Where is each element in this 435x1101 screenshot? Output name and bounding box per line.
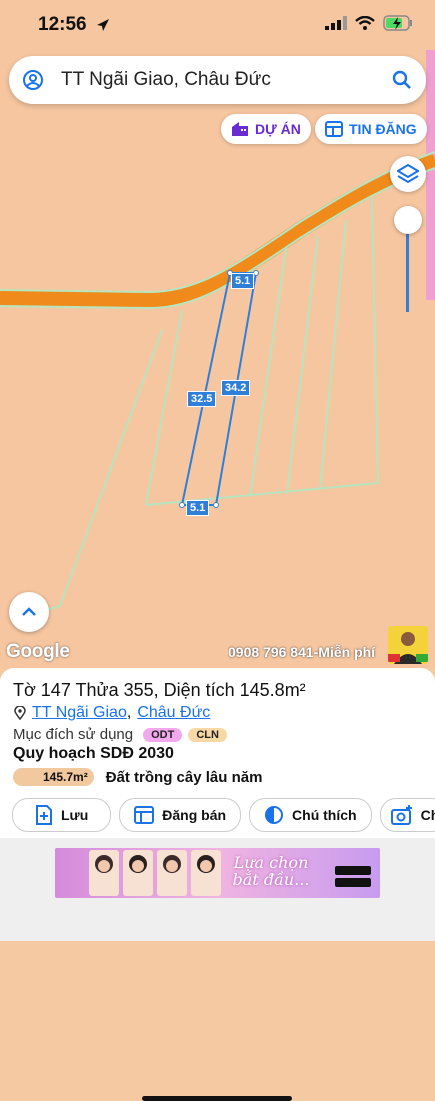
search-input[interactable]: TT Ngãi Giao, Châu Đức [61,69,271,91]
phone-ad-banner[interactable]: 0908 796 841-Miễn phí [228,644,388,660]
legend-label: Chú thích [292,807,357,823]
map-view[interactable]: 5.1 32.5 34.2 5.1 12:56 TT Ngãi Giao, Ch… [0,0,435,668]
status-time: 12:56 [38,14,87,35]
layers-button[interactable] [390,156,426,192]
half-circle-icon [265,806,284,824]
listing-chip-label: TIN ĐĂNG [349,121,417,137]
listing-icon [325,121,343,137]
battery-icon [383,15,412,31]
post-sale-button[interactable]: Đăng bán [119,798,242,832]
more-label: Ch [420,807,435,823]
search-bar[interactable]: TT Ngãi Giao, Châu Đức [9,56,426,104]
ad-text: Lựa chọn bắt đầu... [232,853,310,889]
district-link[interactable]: Châu Đức [137,704,210,722]
measurement-left: 32.5 [187,391,217,407]
map-pink-edge [426,50,435,300]
more-button[interactable]: Ch [379,798,435,832]
status-bar: 12:56 [0,0,435,50]
wifi-icon [355,16,375,30]
location-arrow-icon [97,19,109,31]
purpose-tag-odt: ODT [143,727,183,742]
post-sale-icon [134,806,155,824]
save-label: Lưu [61,807,89,823]
measurement-bottom: 5.1 [186,500,210,516]
legend-button[interactable]: Chú thích [249,798,372,832]
measurement-top: 5.1 [231,273,255,289]
parcel-address: TT Ngãi Giao, Châu Đức [14,704,210,722]
agent-avatar[interactable] [388,626,428,664]
plan-area-badge: 145.7m² [13,768,94,786]
purpose-row: Mục đích sử dụng ODT CLN [13,726,227,743]
cellular-signal-icon [325,16,347,30]
opacity-slider-track[interactable] [406,222,409,312]
chevron-up-icon [22,607,36,616]
ad-photos [55,848,380,898]
opacity-slider-knob[interactable] [394,206,422,234]
save-button[interactable]: Lưu [12,798,112,832]
location-pin-icon [14,706,26,720]
parcel-info-sheet: Tờ 147 Thửa 355, Diện tích 145.8m² TT Ng… [0,668,435,1101]
search-icon[interactable] [392,70,412,90]
expand-button[interactable] [9,592,49,632]
save-file-icon [36,805,52,825]
purpose-tag-cln: CLN [188,727,227,742]
project-chip-label: DỰ ÁN [255,121,301,137]
building-icon [232,122,248,136]
ward-link[interactable]: TT Ngãi Giao [32,704,127,722]
plan-use: Đất trồng cây lâu năm [105,768,263,786]
action-bar: Lưu Đăng bán Chú thích Ch [12,798,435,832]
add-photo-icon [390,805,412,825]
purpose-label: Mục đích sử dụng [13,726,134,743]
address-separator: , [126,704,132,721]
ad-area: Lựa chọn bắt đầu... [0,838,435,1101]
account-icon[interactable] [22,69,44,91]
plan-title: Quy hoạch SDĐ 2030 [13,745,174,762]
parcel-title: Tờ 147 Thửa 355, Diện tích 145.8m² [13,680,306,700]
home-indicator [142,1096,292,1101]
measurement-right: 34.2 [221,380,251,396]
project-chip[interactable]: DỰ ÁN [221,114,311,144]
post-sale-label: Đăng bán [162,807,227,823]
listing-chip[interactable]: TIN ĐĂNG [315,114,427,144]
ad-banner[interactable]: Lựa chọn bắt đầu... [55,848,380,898]
agent-photo-icon [388,626,428,664]
google-logo: Google [6,641,70,662]
plan-row: 145.7m² Đất trồng cây lâu năm [13,768,262,786]
layers-icon [397,164,419,184]
